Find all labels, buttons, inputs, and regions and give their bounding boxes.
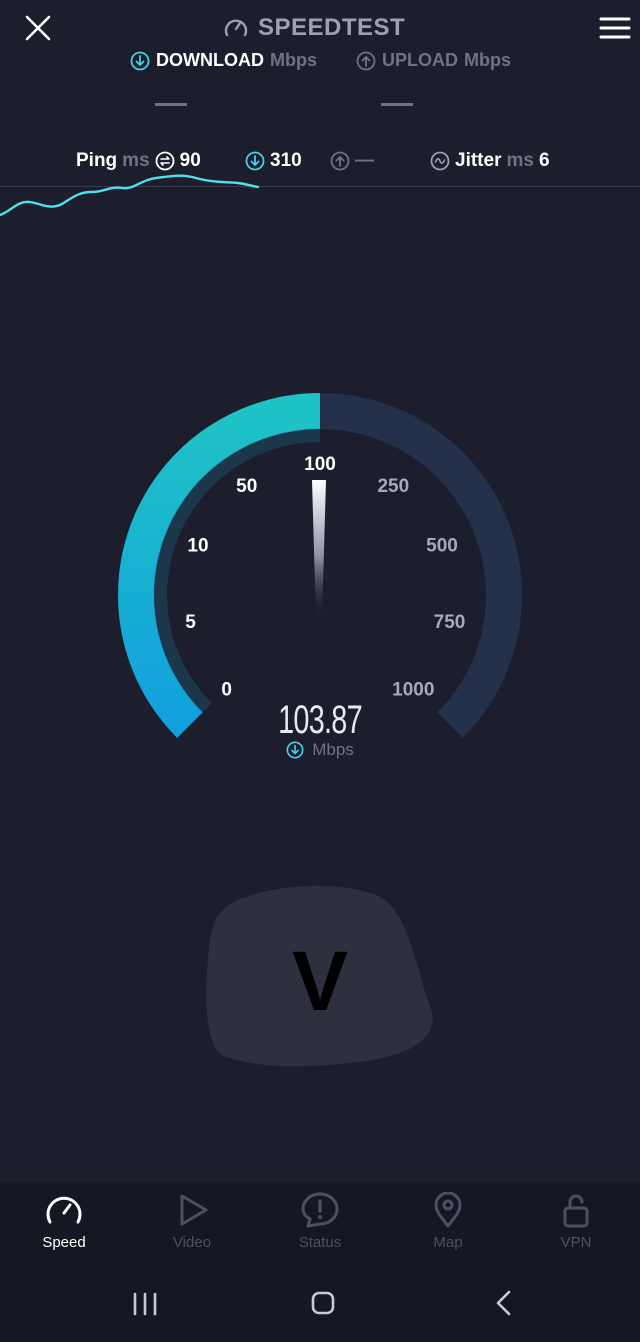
system-nav-bar: [0, 1282, 640, 1342]
nav-vpn[interactable]: VPN: [512, 1182, 640, 1272]
jitter-label: Jitter: [455, 150, 502, 171]
ad-blob[interactable]: V: [200, 880, 440, 1070]
map-pin-icon: [434, 1192, 462, 1228]
nav-video-label: Video: [172, 1234, 212, 1251]
hamburger-icon: [599, 17, 631, 39]
download-arrow-icon: [286, 741, 304, 759]
upload-unit: Mbps: [464, 50, 511, 70]
ad-blob-letter: V: [292, 934, 348, 1028]
nav-speed[interactable]: Speed: [0, 1182, 128, 1272]
recent-apps-icon[interactable]: [130, 1290, 160, 1318]
tab-download[interactable]: DOWNLOAD Mbps: [130, 50, 317, 71]
nav-video[interactable]: Video: [128, 1182, 256, 1272]
gauge-tick-label: 5: [185, 612, 196, 633]
speed-unit-row: Mbps: [0, 740, 640, 760]
home-icon[interactable]: [308, 1290, 338, 1318]
close-button[interactable]: [22, 12, 54, 44]
ping-upload-value: —: [355, 150, 374, 171]
tab-upload[interactable]: UPLOAD Mbps: [356, 50, 511, 71]
speed-value: 103.87: [278, 698, 362, 742]
nav-status-label: Status: [298, 1234, 342, 1251]
ping-idle-value: 90: [179, 150, 201, 171]
bottom-nav: Speed Video Status Map VPN: [0, 1182, 640, 1282]
unlock-icon: [563, 1194, 589, 1228]
download-unit: Mbps: [269, 50, 317, 70]
nav-status[interactable]: Status: [256, 1182, 384, 1272]
gauge-needle: [312, 480, 326, 620]
upload-label: UPLOAD: [382, 50, 458, 70]
idle-latency-icon: [155, 151, 175, 171]
nav-map[interactable]: Map: [384, 1182, 512, 1272]
gauge-tick-label: 50: [236, 476, 257, 497]
jitter-value: 6: [538, 150, 550, 171]
gauge-tick-label: 500: [426, 536, 458, 557]
upload-arrow-icon: [356, 51, 376, 70]
speed-unit: Mbps: [312, 740, 354, 759]
ping-unit: ms: [122, 150, 150, 171]
speed-graph-line: [0, 174, 260, 217]
jitter-wave-icon: [430, 151, 450, 171]
speedometer-icon: [224, 19, 248, 37]
alert-icon: [301, 1192, 339, 1228]
gauge-tick-label: 250: [377, 476, 409, 497]
gauge-tick-label: 100: [304, 454, 336, 475]
ping-label: Ping: [76, 150, 118, 171]
upload-arrow-icon: [330, 151, 350, 171]
upload-placeholder-dash: [381, 103, 413, 106]
app-title: SPEEDTEST: [222, 12, 405, 44]
title-text: SPEEDTEST: [258, 14, 406, 41]
download-label: DOWNLOAD: [156, 50, 264, 70]
play-icon: [180, 1194, 208, 1226]
back-icon[interactable]: [490, 1290, 520, 1318]
nav-vpn-label: VPN: [560, 1234, 592, 1251]
ping-download-value: 310: [270, 150, 302, 171]
gauge-tick-label: 750: [434, 612, 466, 633]
download-arrow-icon: [245, 151, 265, 171]
nav-map-label: Map: [433, 1234, 463, 1251]
speedometer-icon: [46, 1196, 82, 1224]
gauge-tick-label: 10: [187, 536, 208, 557]
download-arrow-icon: [130, 51, 150, 70]
download-placeholder-dash: [155, 103, 187, 106]
menu-button[interactable]: [598, 14, 632, 42]
nav-speed-label: Speed: [42, 1234, 86, 1251]
close-icon: [25, 15, 51, 41]
jitter-unit: ms: [506, 150, 534, 171]
